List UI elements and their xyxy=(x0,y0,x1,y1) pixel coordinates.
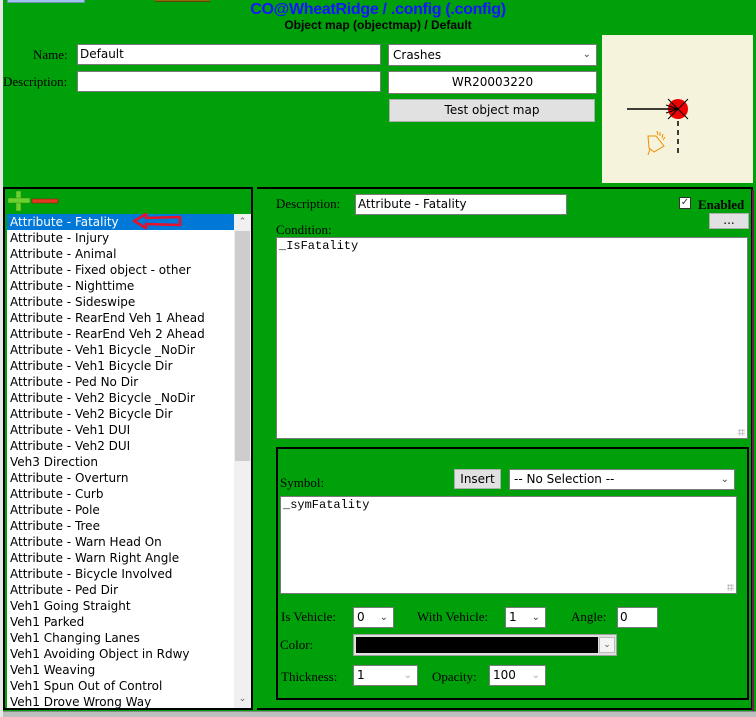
record-id-field[interactable]: WR20003220 xyxy=(388,71,597,94)
minus-icon[interactable] xyxy=(31,198,59,204)
list-item[interactable]: Attribute - Overturn xyxy=(7,470,251,486)
angle-label: Angle: xyxy=(571,609,607,624)
color-label: Color: xyxy=(280,637,314,652)
is-vehicle-value: 0 xyxy=(357,610,365,624)
list-item[interactable]: Attribute - Fatality xyxy=(7,214,251,230)
list-scrollbar[interactable]: ⌃ ⌄ xyxy=(234,214,251,708)
list-item[interactable]: Attribute - Bicycle Involved xyxy=(7,566,251,582)
symbol-text: _symFatality xyxy=(283,498,370,512)
rule-list-panel: Attribute - Fatality Attribute - Injury At… xyxy=(3,187,253,710)
is-vehicle-select[interactable]: 0 ⌄ xyxy=(353,607,394,628)
chevron-down-icon: ⌄ xyxy=(531,612,540,623)
list-item[interactable]: Veh1 Avoiding Object in Rdwy xyxy=(7,646,251,662)
rule-listbox[interactable]: Attribute - Fatality Attribute - Injury At… xyxy=(7,214,251,708)
list-item[interactable]: Attribute - Veh2 DUI xyxy=(7,438,251,454)
thickness-select[interactable]: 1 ⌄ xyxy=(353,665,418,686)
with-vehicle-select[interactable]: 1 ⌄ xyxy=(505,607,546,628)
resize-grip-icon[interactable] xyxy=(738,429,745,436)
scroll-up-icon[interactable]: ⌃ xyxy=(234,214,251,231)
thickness-label: Thickness: xyxy=(281,669,338,684)
rule-description-input[interactable]: Attribute - Fatality xyxy=(355,194,567,215)
list-item[interactable]: Attribute - Tree xyxy=(7,518,251,534)
opacity-value: 100 xyxy=(493,668,516,682)
type-select[interactable]: Crashes ⌄ xyxy=(388,44,597,66)
angle-input[interactable]: 0 xyxy=(617,607,658,628)
list-item[interactable]: Attribute - Veh1 Bicycle _NoDir xyxy=(7,342,251,358)
condition-label: Condition: xyxy=(276,222,332,237)
add-remove-toolbar xyxy=(8,191,59,211)
condition-text: _IsFatality xyxy=(279,239,359,253)
list-item[interactable]: Attribute - Curb xyxy=(7,486,251,502)
condition-textarea[interactable]: _IsFatality xyxy=(276,237,748,439)
list-item[interactable]: Attribute - Warn Head On xyxy=(7,534,251,550)
symbol-label: Symbol: xyxy=(280,475,325,490)
list-item[interactable]: Attribute - Pole xyxy=(7,502,251,518)
list-item[interactable]: Veh1 Drove Wrong Way xyxy=(7,694,251,708)
list-item[interactable]: Attribute - RearEnd Veh 2 Ahead xyxy=(7,326,251,342)
chevron-down-icon: ⌄ xyxy=(379,612,388,623)
type-select-value: Crashes xyxy=(393,48,442,62)
list-item[interactable]: Attribute - Veh1 Bicycle Dir xyxy=(7,358,251,374)
with-vehicle-value: 1 xyxy=(509,610,517,624)
enabled-checkbox[interactable]: ✓ xyxy=(679,197,691,209)
insert-button[interactable]: Insert xyxy=(454,469,501,489)
symbol-textarea[interactable]: _symFatality xyxy=(280,496,737,594)
scroll-down-icon[interactable]: ⌄ xyxy=(234,691,251,708)
list-item[interactable]: Veh1 Spun Out of Control xyxy=(7,678,251,694)
name-input[interactable]: Default xyxy=(77,44,381,65)
list-item[interactable]: Attribute - RearEnd Veh 1 Ahead xyxy=(7,310,251,326)
resize-grip-icon[interactable] xyxy=(727,584,734,591)
more-options-button[interactable]: ... xyxy=(709,213,749,229)
plus-icon[interactable] xyxy=(8,191,31,211)
name-label: Name: xyxy=(33,47,68,62)
list-item[interactable]: Attribute - Nighttime xyxy=(7,278,251,294)
opacity-label: Opacity: xyxy=(432,669,477,684)
rule-description-label: Description: xyxy=(276,196,341,211)
symbol-select-value: -- No Selection -- xyxy=(514,472,615,486)
list-item[interactable]: Attribute - Ped No Dir xyxy=(7,374,251,390)
list-item[interactable]: Attribute - Injury xyxy=(7,230,251,246)
list-item[interactable]: Attribute - Sideswipe xyxy=(7,294,251,310)
list-item[interactable]: Attribute - Veh2 Bicycle Dir xyxy=(7,406,251,422)
scroll-thumb[interactable] xyxy=(235,231,250,461)
red-arrow-annotation xyxy=(132,212,182,230)
page-subtitle: Object map (objectmap) / Default xyxy=(284,18,472,32)
chevron-down-icon: ⌄ xyxy=(582,49,591,60)
list-item[interactable]: Veh1 Changing Lanes xyxy=(7,630,251,646)
panel-edge xyxy=(752,190,754,711)
chevron-down-icon[interactable]: ⌄ xyxy=(599,637,615,653)
chevron-down-icon: ⌄ xyxy=(531,670,540,681)
symbol-select[interactable]: -- No Selection -- ⌄ xyxy=(509,469,735,490)
description-label: Description: xyxy=(3,74,68,89)
test-object-map-button[interactable]: Test object map xyxy=(389,99,595,122)
list-item[interactable]: Attribute - Ped Dir xyxy=(7,582,251,598)
light-icon xyxy=(647,130,666,156)
symbol-preview xyxy=(602,35,753,183)
thickness-value: 1 xyxy=(357,668,365,682)
list-item[interactable]: Veh1 Weaving xyxy=(7,662,251,678)
bottom-edge xyxy=(3,711,756,717)
color-picker[interactable]: ⌄ xyxy=(353,634,617,656)
description-input[interactable] xyxy=(77,71,381,92)
list-item[interactable]: Veh1 Parked xyxy=(7,614,251,630)
chevron-down-icon: ⌄ xyxy=(403,670,412,681)
chevron-down-icon: ⌄ xyxy=(720,474,729,485)
is-vehicle-label: Is Vehicle: xyxy=(281,609,336,624)
list-item[interactable]: Veh1 Going Straight xyxy=(7,598,251,614)
color-swatch xyxy=(356,637,598,653)
list-item[interactable]: Veh3 Direction xyxy=(7,454,251,470)
list-item[interactable]: Attribute - Animal xyxy=(7,246,251,262)
with-vehicle-label: With Vehicle: xyxy=(417,609,489,624)
opacity-select[interactable]: 100 ⌄ xyxy=(489,665,546,686)
list-item[interactable]: Attribute - Veh2 Bicycle _NoDir xyxy=(7,390,251,406)
list-item[interactable]: Attribute - Fixed object - other xyxy=(7,262,251,278)
list-item[interactable]: Attribute - Warn Right Angle xyxy=(7,550,251,566)
enabled-label: Enabled xyxy=(698,197,745,212)
preview-canvas xyxy=(627,98,689,156)
list-item[interactable]: Attribute - Veh1 DUI xyxy=(7,422,251,438)
